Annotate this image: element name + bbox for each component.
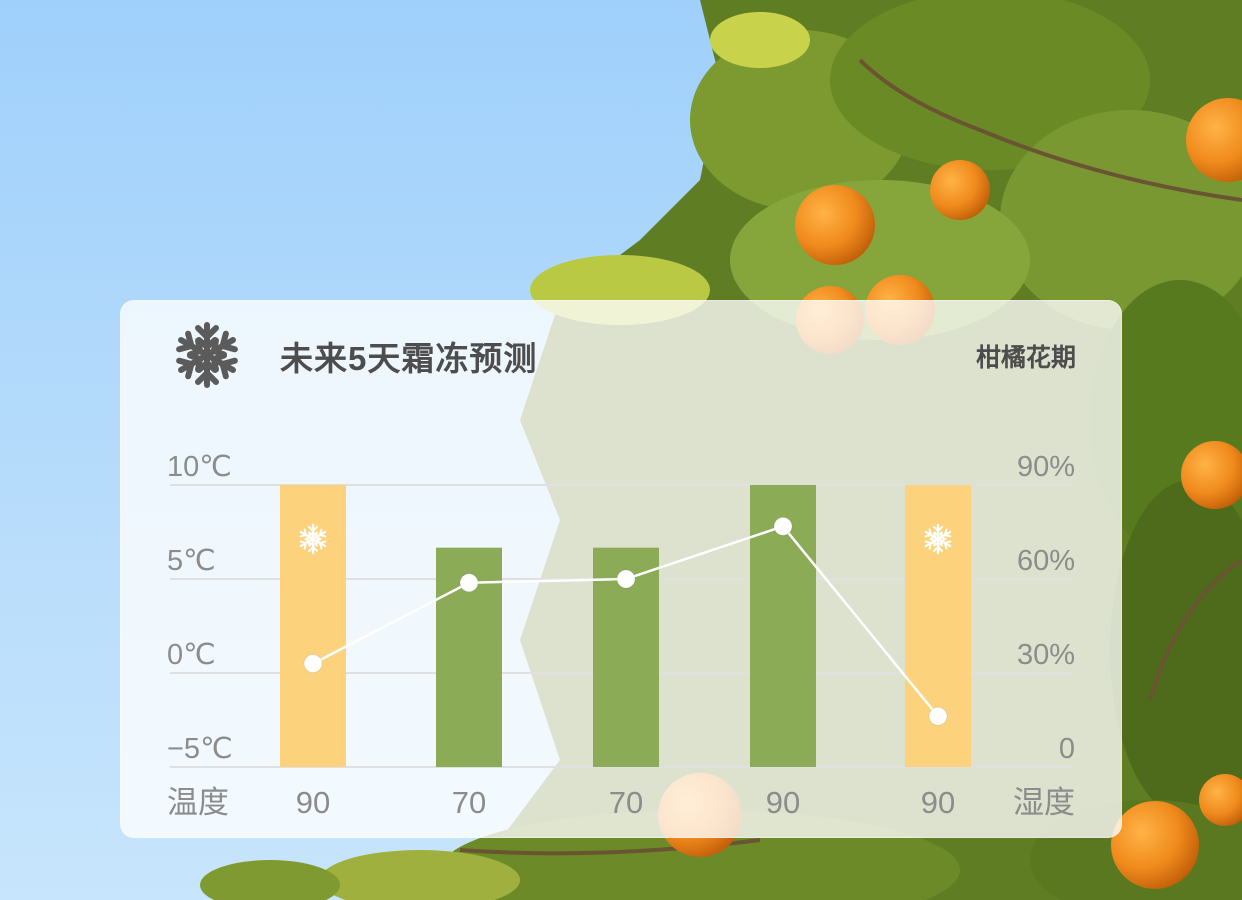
left-axis-tick-label: 0℃ [167,639,216,671]
temperature-point [773,516,793,536]
right-axis-tick-label: 90% [1017,451,1075,483]
right-axis-tick-label: 30% [1017,639,1075,671]
temperature-point [459,573,479,593]
left-axis-tick-label: 10℃ [167,451,232,483]
temperature-point [928,706,948,726]
category-label: 90 [921,785,955,820]
frost-chart: 10℃ 90% 5℃ 60% 0℃ 30% −5℃ 0 温度 湿度 90 70 70 90 90 [167,451,1075,820]
category-label: 90 [296,785,330,820]
category-label: 90 [766,785,800,820]
screen: 未来5天霜冻预测 柑橘花期 10℃ 90% 5℃ 60% 0℃ 30% −5℃ 0 温度 湿度 90… [0,0,1242,900]
right-axis-tick-label: 60% [1017,545,1075,577]
category-label: 70 [452,785,486,820]
category-label: 70 [609,785,643,820]
frost-forecast-card: 未来5天霜冻预测 柑橘花期 10℃ 90% 5℃ 60% 0℃ 30% −5℃ 0 温度 湿度 90… [120,300,1122,838]
left-axis-tick-label: 5℃ [167,545,216,577]
left-axis-label: 温度 [167,785,229,820]
temperature-point [303,654,323,674]
temperature-point [616,569,636,589]
right-axis-label: 湿度 [1013,785,1075,820]
left-axis-tick-label: −5℃ [167,733,233,765]
right-axis-tick-label: 0 [1059,733,1075,765]
